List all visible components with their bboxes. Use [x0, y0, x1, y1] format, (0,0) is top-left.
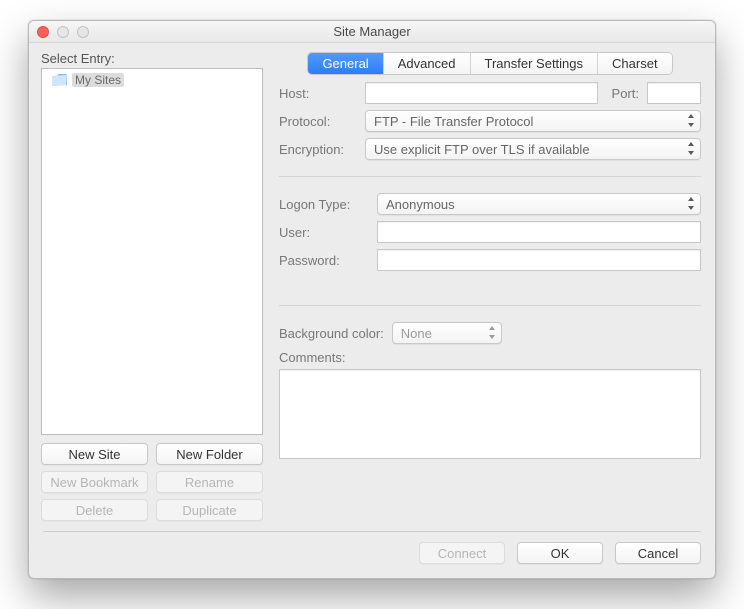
tab-charset[interactable]: Charset: [598, 53, 672, 74]
logon-type-value: Anonymous: [386, 197, 455, 212]
password-input: [377, 249, 701, 271]
encryption-value: Use explicit FTP over TLS if available: [374, 142, 590, 157]
ok-button[interactable]: OK: [517, 542, 603, 564]
protocol-value: FTP - File Transfer Protocol: [374, 114, 533, 129]
cancel-button[interactable]: Cancel: [615, 542, 701, 564]
host-input[interactable]: [365, 82, 598, 104]
tree-item-my-sites[interactable]: My Sites: [42, 71, 262, 89]
logon-type-select[interactable]: Anonymous: [377, 193, 701, 215]
background-color-value: None: [401, 326, 432, 341]
new-site-button[interactable]: New Site: [41, 443, 148, 465]
updown-icon: [687, 113, 695, 129]
background-color-select[interactable]: None: [392, 322, 502, 344]
port-input[interactable]: [647, 82, 701, 104]
duplicate-button: Duplicate: [156, 499, 263, 521]
delete-button: Delete: [41, 499, 148, 521]
connect-button: Connect: [419, 542, 505, 564]
tab-advanced[interactable]: Advanced: [384, 53, 471, 74]
user-input: [377, 221, 701, 243]
comments-textarea[interactable]: [279, 369, 701, 459]
site-tree[interactable]: My Sites: [41, 68, 263, 435]
encryption-label: Encryption:: [279, 142, 357, 157]
encryption-select[interactable]: Use explicit FTP over TLS if available: [365, 138, 701, 160]
new-bookmark-button: New Bookmark: [41, 471, 148, 493]
folder-icon: [52, 74, 67, 86]
comments-label: Comments:: [279, 350, 701, 365]
tree-item-label: My Sites: [72, 73, 124, 87]
protocol-select[interactable]: FTP - File Transfer Protocol: [365, 110, 701, 132]
separator: [279, 176, 701, 177]
titlebar: Site Manager: [29, 21, 715, 43]
password-label: Password:: [279, 253, 369, 268]
tab-transfer-settings[interactable]: Transfer Settings: [471, 53, 599, 74]
separator: [279, 305, 701, 306]
host-label: Host:: [279, 86, 357, 101]
updown-icon: [488, 325, 496, 341]
updown-icon: [687, 141, 695, 157]
protocol-label: Protocol:: [279, 114, 357, 129]
user-label: User:: [279, 225, 369, 240]
updown-icon: [687, 196, 695, 212]
port-label: Port:: [612, 86, 639, 101]
tab-bar: General Advanced Transfer Settings Chars…: [308, 53, 671, 74]
new-folder-button[interactable]: New Folder: [156, 443, 263, 465]
rename-button: Rename: [156, 471, 263, 493]
tab-general[interactable]: General: [308, 53, 383, 74]
logon-type-label: Logon Type:: [279, 197, 369, 212]
site-manager-window: Site Manager Select Entry: My Sites: [28, 20, 716, 579]
window-title: Site Manager: [29, 24, 715, 39]
select-entry-label: Select Entry:: [41, 51, 263, 66]
background-color-label: Background color:: [279, 326, 384, 341]
